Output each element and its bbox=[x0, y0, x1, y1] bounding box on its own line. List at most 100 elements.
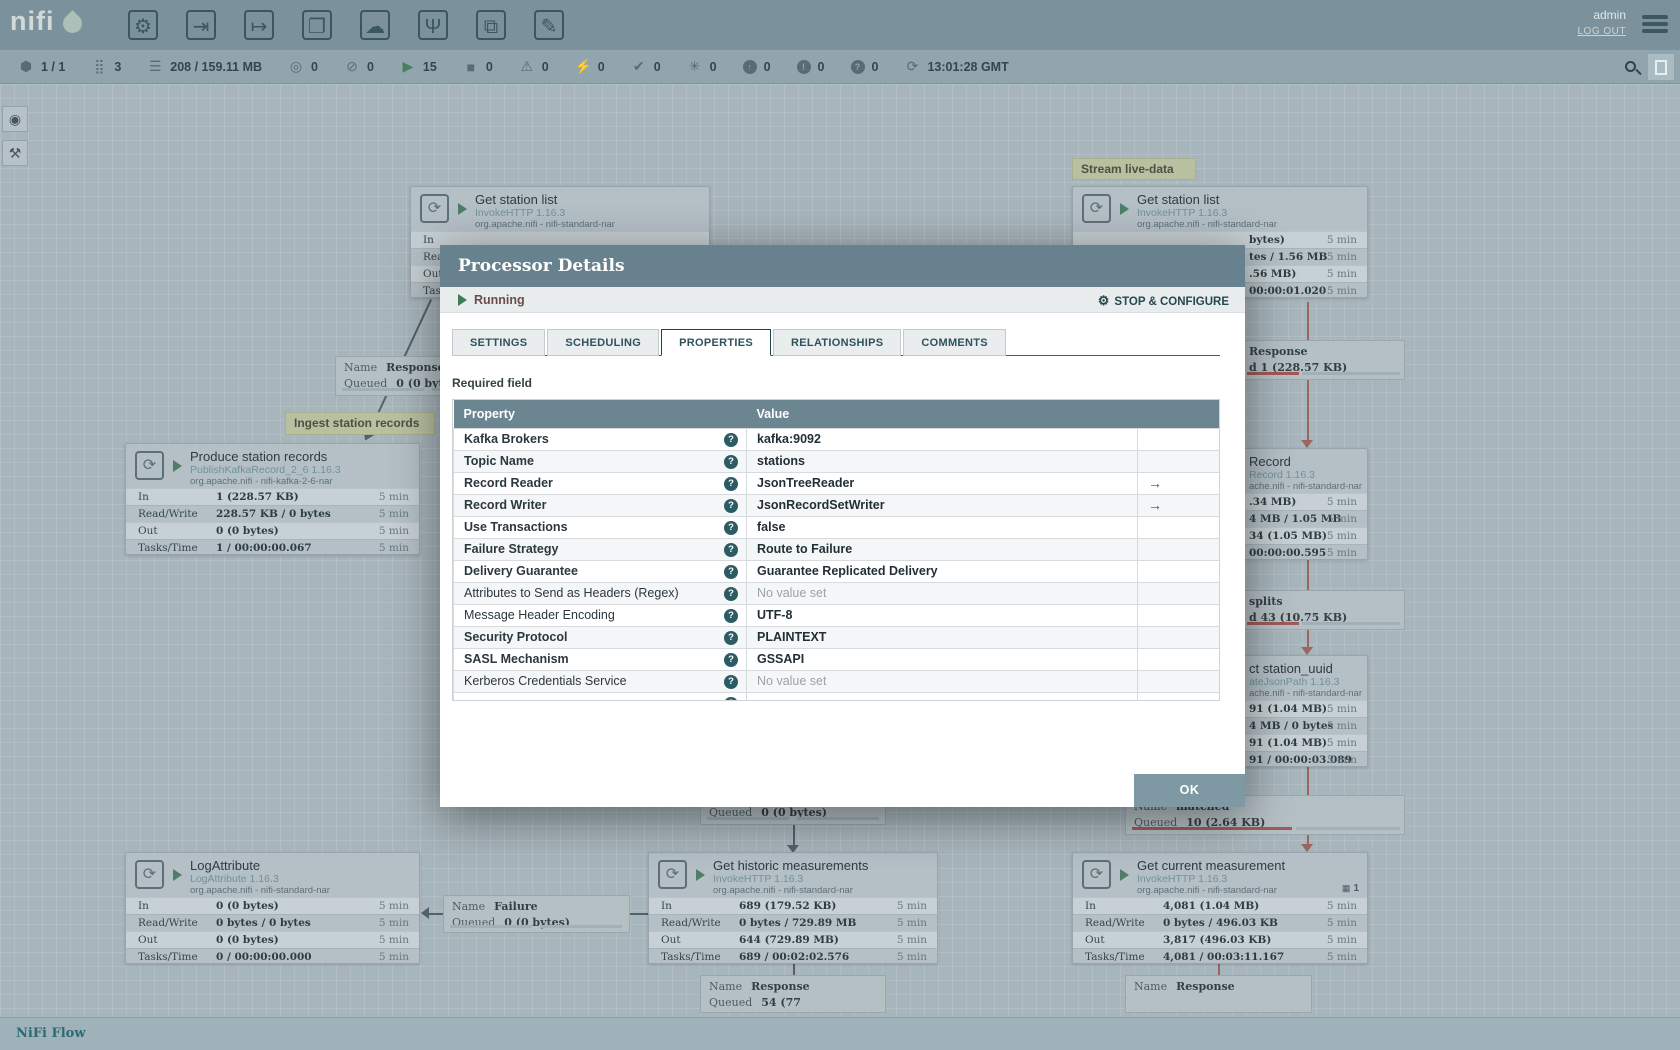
help-icon[interactable]: ? bbox=[724, 608, 738, 623]
property-value[interactable]: kafka:9092 bbox=[746, 427, 1138, 451]
canvas-label-stream-live-data[interactable]: Stream live-data bbox=[1072, 158, 1196, 180]
help-icon[interactable]: ? bbox=[724, 454, 738, 469]
property-value[interactable] bbox=[746, 691, 1138, 700]
active-threads-count: 3 bbox=[114, 59, 122, 74]
running-icon bbox=[173, 460, 182, 472]
property-value[interactable]: JsonTreeReader bbox=[746, 471, 1138, 495]
output-port-icon[interactable]: ↦ bbox=[244, 10, 274, 40]
processor-stat-row: In 689 (179.52 KB) 5 min bbox=[649, 897, 937, 914]
property-value[interactable]: stations bbox=[746, 449, 1138, 473]
operate-palette-button[interactable]: ⚒ bbox=[2, 140, 28, 166]
tab-properties[interactable]: PROPERTIES bbox=[661, 329, 772, 356]
processor-produce-station-records[interactable]: ⟳ Produce station records PublishKafkaRe… bbox=[125, 443, 420, 555]
property-value[interactable]: No value set bbox=[746, 669, 1138, 693]
help-icon[interactable]: ? bbox=[724, 586, 738, 601]
connection-label-failure[interactable]: Name Failure Queued 0 (0 bytes) bbox=[443, 895, 630, 933]
property-name: Topic Name? bbox=[453, 449, 747, 473]
property-row[interactable]: ? bbox=[453, 691, 1219, 700]
active-threads-icon: ⣿ bbox=[94, 58, 105, 74]
not-transmitting-icon: ⊘ bbox=[346, 58, 358, 74]
help-icon[interactable]: ? bbox=[724, 564, 738, 579]
help-icon[interactable]: ? bbox=[724, 476, 738, 491]
processor-log-attribute[interactable]: ⟳ LogAttribute LogAttribute 1.16.3 org.a… bbox=[125, 852, 420, 964]
property-row[interactable]: Use Transactions? false bbox=[453, 515, 1219, 539]
property-value[interactable]: Guarantee Replicated Delivery bbox=[746, 559, 1138, 583]
property-row[interactable]: Attributes to Send as Headers (Regex)? No… bbox=[453, 581, 1219, 605]
property-value[interactable]: No value set bbox=[746, 581, 1138, 605]
template-icon[interactable]: ⧉ bbox=[476, 10, 506, 40]
property-row[interactable]: Failure Strategy? Route to Failure bbox=[453, 537, 1219, 561]
help-icon[interactable]: ? bbox=[724, 674, 738, 689]
backpressure-bar bbox=[450, 925, 532, 928]
global-menu-button[interactable] bbox=[1642, 15, 1668, 36]
property-value[interactable]: PLAINTEXT bbox=[746, 625, 1138, 649]
processor-icon: ⟳ bbox=[1082, 194, 1111, 223]
help-icon[interactable]: ? bbox=[724, 520, 738, 535]
sync-failure-count: 0 bbox=[871, 59, 879, 74]
locally-modified-count: 0 bbox=[709, 59, 717, 74]
refresh-status[interactable]: ⟳ 13:01:28 GMT bbox=[904, 58, 1009, 75]
transmitting-count: 0 bbox=[311, 59, 318, 74]
panel-toggle-button[interactable] bbox=[1648, 54, 1674, 80]
input-port-icon[interactable]: ⇥ bbox=[186, 10, 216, 40]
processor-stat-row: Tasks/Time 0 / 00:00:00.000 5 min bbox=[126, 948, 419, 965]
running-icon bbox=[458, 203, 467, 215]
property-value[interactable]: JsonRecordSetWriter bbox=[746, 493, 1138, 517]
required-field-note: Required field bbox=[452, 376, 533, 390]
help-icon[interactable]: ? bbox=[724, 498, 738, 513]
help-icon[interactable]: ? bbox=[724, 432, 738, 447]
refresh-icon[interactable]: ⟳ bbox=[904, 58, 920, 75]
processor-stat-row: Tasks/Time 689 / 00:02:02.576 5 min bbox=[649, 948, 937, 965]
property-value[interactable]: false bbox=[746, 515, 1138, 539]
label-icon[interactable]: ✎ bbox=[534, 10, 564, 40]
property-row[interactable]: Record Writer? JsonRecordSetWriter → bbox=[453, 493, 1219, 517]
backpressure-bar bbox=[1132, 827, 1292, 830]
processor-bundle: org.apache.nifi - nifi-standard-nar bbox=[1137, 885, 1277, 896]
queued-data-icon: ☰ bbox=[149, 58, 162, 74]
not-transmitting-count: 0 bbox=[366, 59, 374, 74]
nifi-app: nifi ⚙ ⇥ ↦ ❐ ☁ Ψ ⧉ ✎ admin LOG OUT ⬢ 1 / 1 ⣿ 3 … bbox=[0, 0, 1680, 1050]
canvas-label-ingest-station-records[interactable]: Ingest station records bbox=[285, 412, 435, 435]
property-name: Kerberos Credentials Service? bbox=[453, 669, 747, 693]
connection-label-response-bottom-left[interactable]: Name Response Queued 54 (77 bbox=[700, 975, 886, 1013]
property-row[interactable]: Topic Name? stations bbox=[453, 449, 1219, 473]
connection-line bbox=[1307, 560, 1309, 590]
locally-modified-stale-count: 0 bbox=[817, 59, 825, 74]
help-icon[interactable]: ? bbox=[724, 542, 738, 557]
property-row[interactable]: Kafka Brokers? kafka:9092 bbox=[453, 427, 1219, 451]
go-to-service-arrow-icon[interactable]: → bbox=[1137, 493, 1219, 517]
property-row[interactable]: Record Reader? JsonTreeReader → bbox=[453, 471, 1219, 495]
help-icon[interactable]: ? bbox=[724, 696, 738, 700]
tab-settings[interactable]: SETTINGS bbox=[452, 329, 546, 356]
go-to-service-arrow-icon[interactable]: → bbox=[1137, 471, 1219, 495]
property-row[interactable]: Security Protocol? PLAINTEXT bbox=[453, 625, 1219, 649]
search-icon[interactable] bbox=[1625, 61, 1636, 72]
property-row[interactable]: Kerberos Credentials Service? No value se… bbox=[453, 669, 1219, 693]
stop-and-configure-button[interactable]: ⚙ STOP & CONFIGURE bbox=[1098, 293, 1229, 309]
tab-relationships[interactable]: RELATIONSHIPS bbox=[773, 329, 902, 356]
property-value[interactable]: Route to Failure bbox=[746, 537, 1138, 561]
navigate-palette-button[interactable]: ◉ bbox=[2, 106, 28, 132]
ok-button[interactable]: OK bbox=[1134, 774, 1245, 807]
tab-comments[interactable]: COMMENTS bbox=[903, 329, 1006, 356]
component-toolbar: ⚙ ⇥ ↦ ❐ ☁ Ψ ⧉ ✎ bbox=[128, 10, 564, 40]
remote-process-group-icon[interactable]: ☁ bbox=[360, 10, 390, 40]
funnel-icon[interactable]: Ψ bbox=[418, 10, 448, 40]
property-row[interactable]: Message Header Encoding? UTF-8 bbox=[453, 603, 1219, 627]
property-row[interactable]: Delivery Guarantee? Guarantee Replicated … bbox=[453, 559, 1219, 583]
property-value[interactable]: UTF-8 bbox=[746, 603, 1138, 627]
help-icon[interactable]: ? bbox=[724, 652, 738, 667]
breadcrumb[interactable]: NiFi Flow bbox=[16, 1026, 86, 1041]
help-icon[interactable]: ? bbox=[724, 630, 738, 645]
property-value[interactable]: GSSAPI bbox=[746, 647, 1138, 671]
property-row[interactable]: SASL Mechanism? GSSAPI bbox=[453, 647, 1219, 671]
processor-stat-row: Read/Write 0 bytes / 729.89 MB 5 min bbox=[649, 914, 937, 931]
processor-get-historic-measurements[interactable]: ⟳ Get historic measurements InvokeHTTP 1… bbox=[648, 852, 938, 964]
connection-line bbox=[1218, 964, 1220, 975]
connection-label-response-bottom-right[interactable]: Name Response bbox=[1125, 975, 1312, 1013]
process-group-icon[interactable]: ❐ bbox=[302, 10, 332, 40]
logout-link[interactable]: LOG OUT bbox=[1577, 26, 1626, 37]
processor-get-current-measurement[interactable]: ⟳ Get current measurement InvokeHTTP 1.1… bbox=[1072, 852, 1368, 964]
tab-scheduling[interactable]: SCHEDULING bbox=[547, 329, 660, 356]
new-processor-icon[interactable]: ⚙ bbox=[128, 10, 158, 40]
